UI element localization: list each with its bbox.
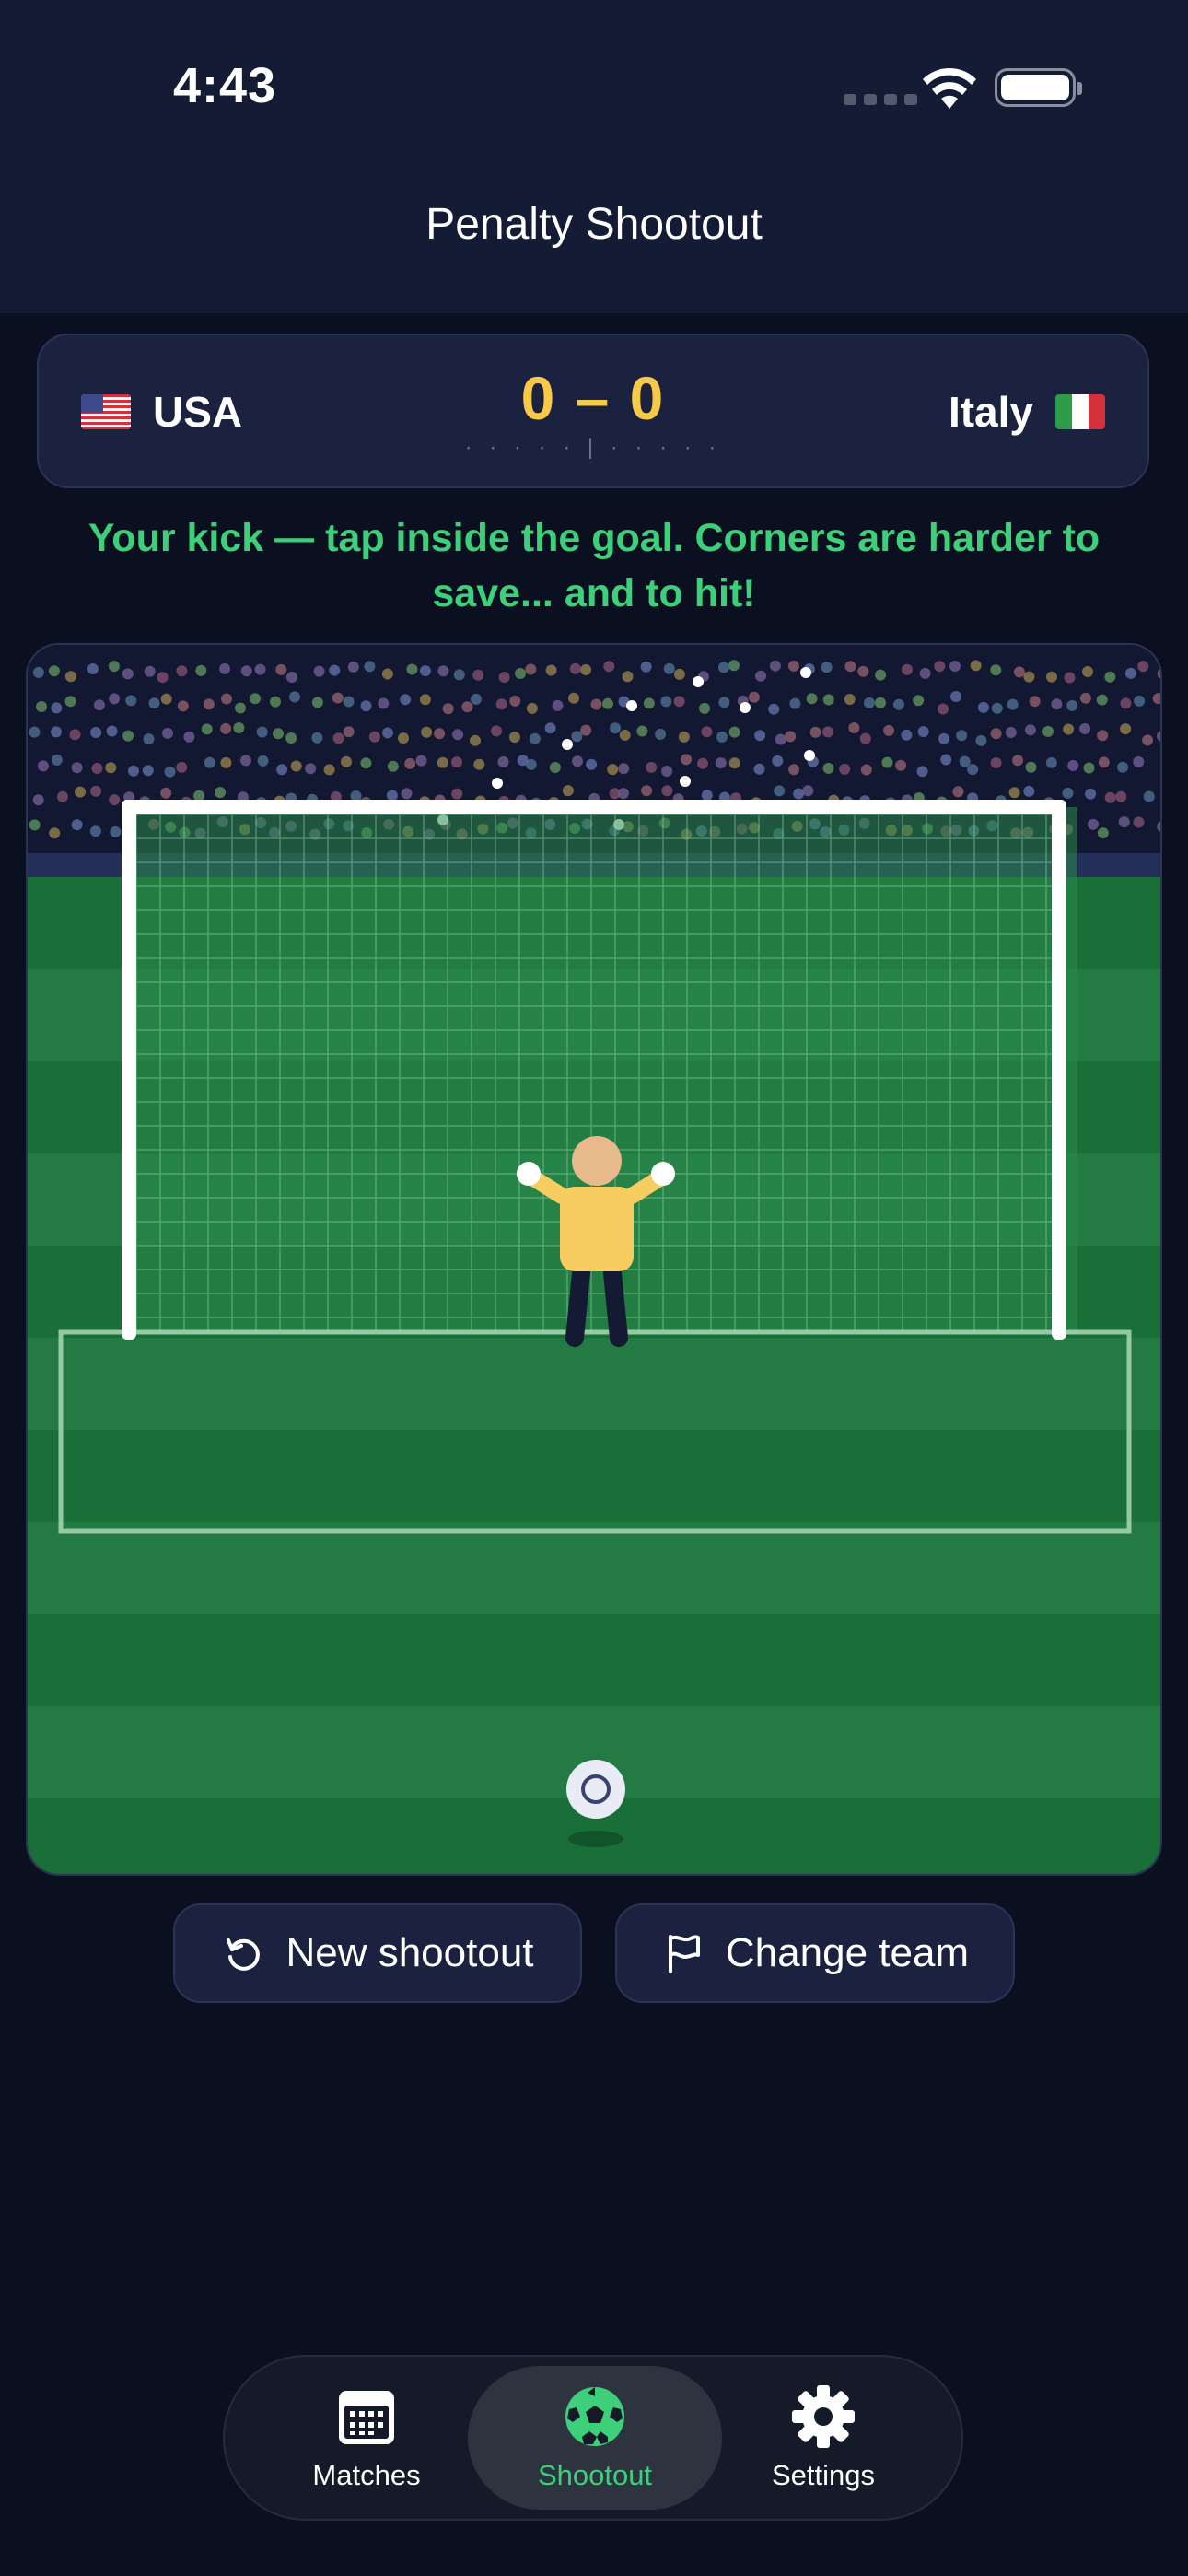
soccer-ball-icon <box>565 2387 624 2446</box>
page-title: Penalty Shootout <box>425 200 763 249</box>
tab-matches[interactable]: Matches <box>239 2366 494 2510</box>
away-team-name: Italy <box>948 388 1033 436</box>
calendar-icon <box>339 2391 394 2444</box>
kick-tracker: · · · · · | · · · · · <box>464 435 722 460</box>
change-team-button[interactable]: Change team <box>615 1903 1015 2003</box>
tab-settings-label: Settings <box>771 2459 875 2491</box>
pitch-scene <box>28 645 1160 1874</box>
away-team: Italy <box>949 387 1105 437</box>
italy-flag-icon <box>1055 394 1105 429</box>
tab-shootout-label: Shootout <box>537 2459 653 2491</box>
cellular-signal-icon <box>844 94 917 105</box>
battery-icon <box>995 68 1082 107</box>
new-shootout-button[interactable]: New shootout <box>173 1903 582 2003</box>
flag-icon <box>668 1935 700 1973</box>
tab-settings[interactable]: Settings <box>696 2366 950 2510</box>
gear-icon <box>792 2385 855 2448</box>
wifi-icon <box>923 67 976 109</box>
change-team-label: Change team <box>725 1930 970 1975</box>
tab-matches-label: Matches <box>312 2459 421 2491</box>
new-shootout-label: New shootout <box>285 1930 534 1975</box>
penalty-field[interactable] <box>26 643 1162 1876</box>
instruction-text: Your kick — tap inside the goal. Corners… <box>87 516 1101 615</box>
soccer-ball[interactable] <box>566 1760 625 1847</box>
restart-icon <box>227 1938 261 1971</box>
tab-bar: Matches Shootout Settings <box>223 2355 963 2521</box>
status-time: 4:43 <box>173 58 277 113</box>
tab-shootout[interactable]: Shootout <box>468 2366 722 2510</box>
scoreboard: USA 0 – 0 · · · · · | · · · · · Italy <box>37 334 1149 488</box>
top-header: 4:43 Penalty Shootout <box>0 0 1188 313</box>
